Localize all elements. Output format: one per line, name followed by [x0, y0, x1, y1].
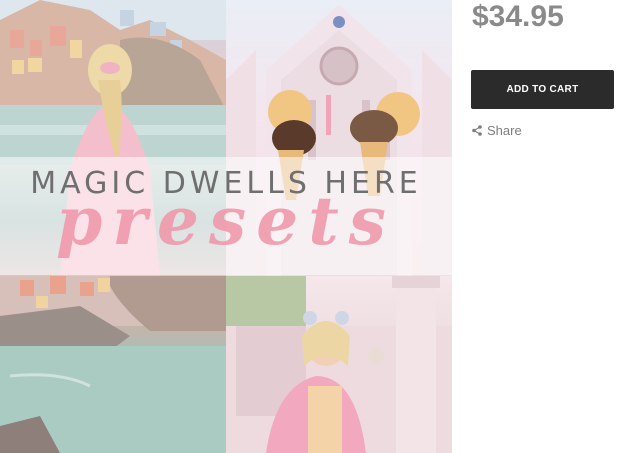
share-label: Share	[487, 123, 522, 138]
share-icon	[472, 125, 482, 136]
castle-woman-photo	[226, 276, 452, 453]
collage-script-word: presets	[56, 182, 396, 260]
share-link[interactable]: Share	[472, 123, 522, 138]
coastal-rocks-photo	[0, 276, 226, 453]
product-image-collage: MAGIC DWELLS HERE presets	[0, 0, 452, 453]
product-price: $34.95	[472, 0, 564, 33]
add-to-cart-button[interactable]: ADD TO CART	[471, 70, 614, 109]
